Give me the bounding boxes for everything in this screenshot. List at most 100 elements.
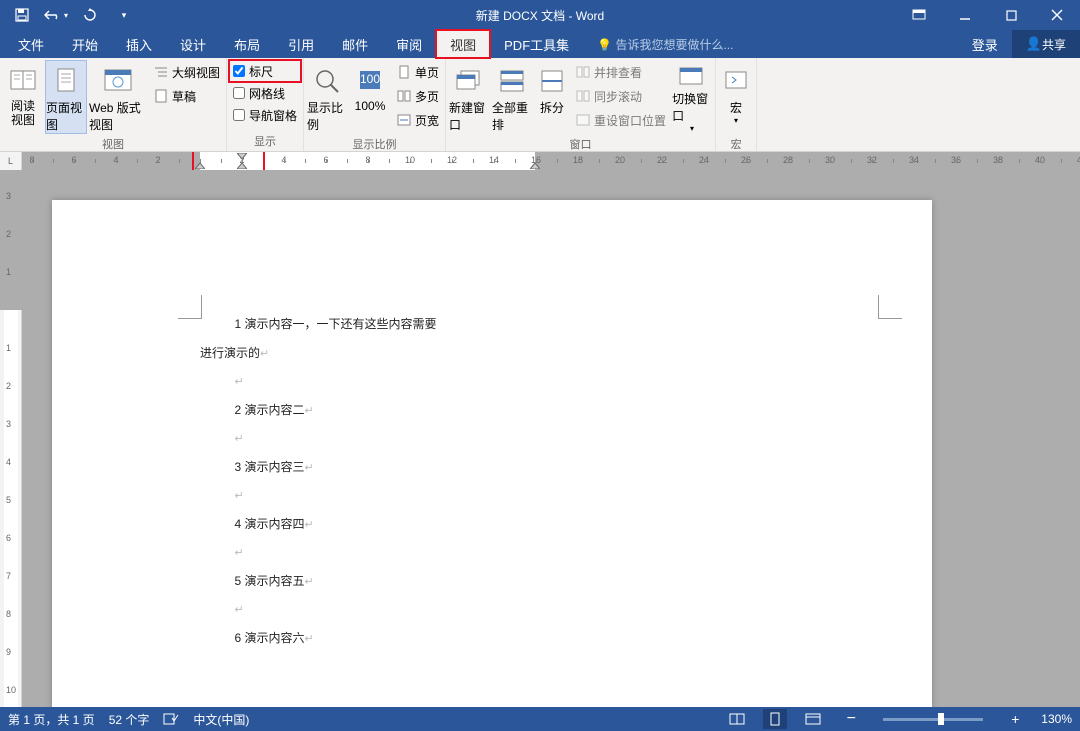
ribbon-group-window: 新建窗口 全部重排 拆分 并排查看 同步滚动 重设窗口位置 切换窗口▾ 窗口 <box>446 58 716 151</box>
tab-layout[interactable]: 布局 <box>220 30 274 58</box>
maximize-button[interactable] <box>988 0 1034 30</box>
empty-line[interactable]: ↵ <box>200 367 572 396</box>
return-mark: ↵ <box>305 633 314 645</box>
empty-line[interactable]: ↵ <box>200 538 572 567</box>
single-page-button[interactable]: 单页 <box>392 60 443 84</box>
empty-line[interactable]: ↵ <box>200 481 572 510</box>
ruler-checkbox[interactable]: 标尺 <box>229 60 301 82</box>
qat-customize[interactable]: ▾ <box>110 1 138 29</box>
vertical-ruler[interactable]: 432112345678910111213 <box>0 170 22 707</box>
new-window-icon <box>453 65 485 97</box>
para5-text: 5 演示内容五 <box>235 574 305 588</box>
crop-mark-tr <box>878 295 902 319</box>
ribbon: 阅读 视图 页面视图 Web 版式视图 大纲视图 草稿 视图 标尺 网格线 导航… <box>0 58 1080 152</box>
ruler-h-track[interactable]: 8642246810121416182022242628303234363840… <box>22 152 1080 170</box>
minimize-button[interactable] <box>942 0 988 30</box>
reset-pos-button: 重设窗口位置 <box>571 108 670 132</box>
word-count[interactable]: 52 个字 <box>109 711 150 728</box>
ruler-corner[interactable]: L <box>0 152 22 170</box>
close-button[interactable] <box>1034 0 1080 30</box>
grid-checkbox[interactable]: 网格线 <box>229 82 301 104</box>
macro-icon <box>720 65 752 97</box>
outline-icon <box>153 64 169 80</box>
tab-insert[interactable]: 插入 <box>112 30 166 58</box>
draft-icon <box>153 88 169 104</box>
new-window-button[interactable]: 新建窗口 <box>448 60 490 134</box>
tab-references[interactable]: 引用 <box>274 30 328 58</box>
read-mode-icon[interactable] <box>725 709 749 729</box>
empty-line[interactable]: ↵ <box>200 424 572 453</box>
multi-page-icon <box>396 88 412 104</box>
return-mark: ↵ <box>260 348 269 360</box>
paragraph-6[interactable]: 6 演示内容六↵ <box>200 624 572 653</box>
read-view-button[interactable]: 阅读 视图 <box>2 60 44 134</box>
zoom-out-button[interactable]: − <box>839 709 863 729</box>
share-button[interactable]: 👤 共享 <box>1012 30 1080 58</box>
page[interactable]: 1 演示内容一，一下还有这些内容需要 进行演示的↵ ↵ 2 演示内容二↵ ↵ 3… <box>52 200 932 707</box>
tell-me-search[interactable]: 💡 告诉我您想要做什么... <box>597 36 733 53</box>
horizontal-ruler[interactable]: L 86422468101214161820222426283032343638… <box>0 152 1080 170</box>
nav-check-label: 导航窗格 <box>249 107 297 124</box>
tab-home[interactable]: 开始 <box>58 30 112 58</box>
zoom-level[interactable]: 130% <box>1041 712 1072 726</box>
ribbon-group-zoom: 显示比例 100100% 单页 多页 页宽 显示比例 <box>304 58 446 151</box>
return-mark: ↵ <box>305 405 314 417</box>
side-by-side-icon <box>575 64 591 80</box>
outline-view-button[interactable]: 大纲视图 <box>149 60 224 84</box>
quick-access-toolbar: ▾ ▾ <box>0 1 138 29</box>
tab-mailings[interactable]: 邮件 <box>328 30 382 58</box>
language-indicator[interactable]: 中文(中国) <box>193 711 249 728</box>
grid-check-label: 网格线 <box>249 85 285 102</box>
paragraph-1b[interactable]: 进行演示的↵ <box>200 339 572 368</box>
zoom-button[interactable]: 显示比例 <box>306 60 348 134</box>
paragraph-2[interactable]: 2 演示内容二↵ <box>200 396 572 425</box>
tab-file[interactable]: 文件 <box>4 30 58 58</box>
split-button[interactable]: 拆分 <box>534 60 570 134</box>
return-mark: ↵ <box>305 519 314 531</box>
document-area[interactable]: 1 演示内容一，一下还有这些内容需要 进行演示的↵ ↵ 2 演示内容二↵ ↵ 3… <box>22 170 1080 707</box>
paragraph-3[interactable]: 3 演示内容三↵ <box>200 453 572 482</box>
tab-design[interactable]: 设计 <box>166 30 220 58</box>
login-button[interactable]: 登录 <box>958 30 1012 58</box>
macro-button[interactable]: 宏▾ <box>718 60 754 134</box>
draft-view-button[interactable]: 草稿 <box>149 84 224 108</box>
ruler-check-input[interactable] <box>233 65 245 77</box>
zoom-slider[interactable] <box>883 718 983 721</box>
nav-check-input[interactable] <box>233 109 245 121</box>
nav-checkbox[interactable]: 导航窗格 <box>229 104 301 126</box>
tab-pdf[interactable]: PDF工具集 <box>490 30 583 58</box>
arrange-all-button[interactable]: 全部重排 <box>491 60 533 134</box>
grid-check-input[interactable] <box>233 87 245 99</box>
page-view-button[interactable]: 页面视图 <box>45 60 87 134</box>
zoom-in-button[interactable]: + <box>1003 709 1027 729</box>
multi-page-button[interactable]: 多页 <box>392 84 443 108</box>
paragraph-1[interactable]: 1 演示内容一，一下还有这些内容需要 <box>200 310 572 339</box>
paragraph-5[interactable]: 5 演示内容五↵ <box>200 567 572 596</box>
return-mark: ↵ <box>235 547 244 559</box>
switch-window-button[interactable]: 切换窗口▾ <box>671 60 713 134</box>
title-bar: ▾ ▾ 新建 DOCX 文档 - Word <box>0 0 1080 30</box>
page-width-button[interactable]: 页宽 <box>392 108 443 132</box>
spellcheck-icon[interactable] <box>163 712 179 726</box>
return-mark: ↵ <box>305 576 314 588</box>
print-layout-icon[interactable] <box>763 709 787 729</box>
ruler-check-label: 标尺 <box>249 63 273 80</box>
tab-view[interactable]: 视图 <box>436 30 490 58</box>
page-indicator[interactable]: 第 1 页，共 1 页 <box>8 711 95 728</box>
svg-text:100: 100 <box>360 72 380 86</box>
redo-button[interactable] <box>76 1 104 29</box>
ribbon-group-show: 标尺 网格线 导航窗格 显示 <box>227 58 304 151</box>
side-by-side-button: 并排查看 <box>571 60 670 84</box>
empty-line[interactable]: ↵ <box>200 595 572 624</box>
web-layout-icon[interactable] <box>801 709 825 729</box>
zoom-thumb[interactable] <box>938 713 944 725</box>
paragraph-4[interactable]: 4 演示内容四↵ <box>200 510 572 539</box>
tab-review[interactable]: 审阅 <box>382 30 436 58</box>
ribbon-options-button[interactable] <box>896 0 942 30</box>
undo-button[interactable]: ▾ <box>42 1 70 29</box>
web-view-button[interactable]: Web 版式视图 <box>88 60 148 134</box>
zoom-100-button[interactable]: 100100% <box>349 60 391 134</box>
ribbon-group-views: 阅读 视图 页面视图 Web 版式视图 大纲视图 草稿 视图 <box>0 58 227 151</box>
save-button[interactable] <box>8 1 36 29</box>
reset-label: 重设窗口位置 <box>594 112 666 129</box>
